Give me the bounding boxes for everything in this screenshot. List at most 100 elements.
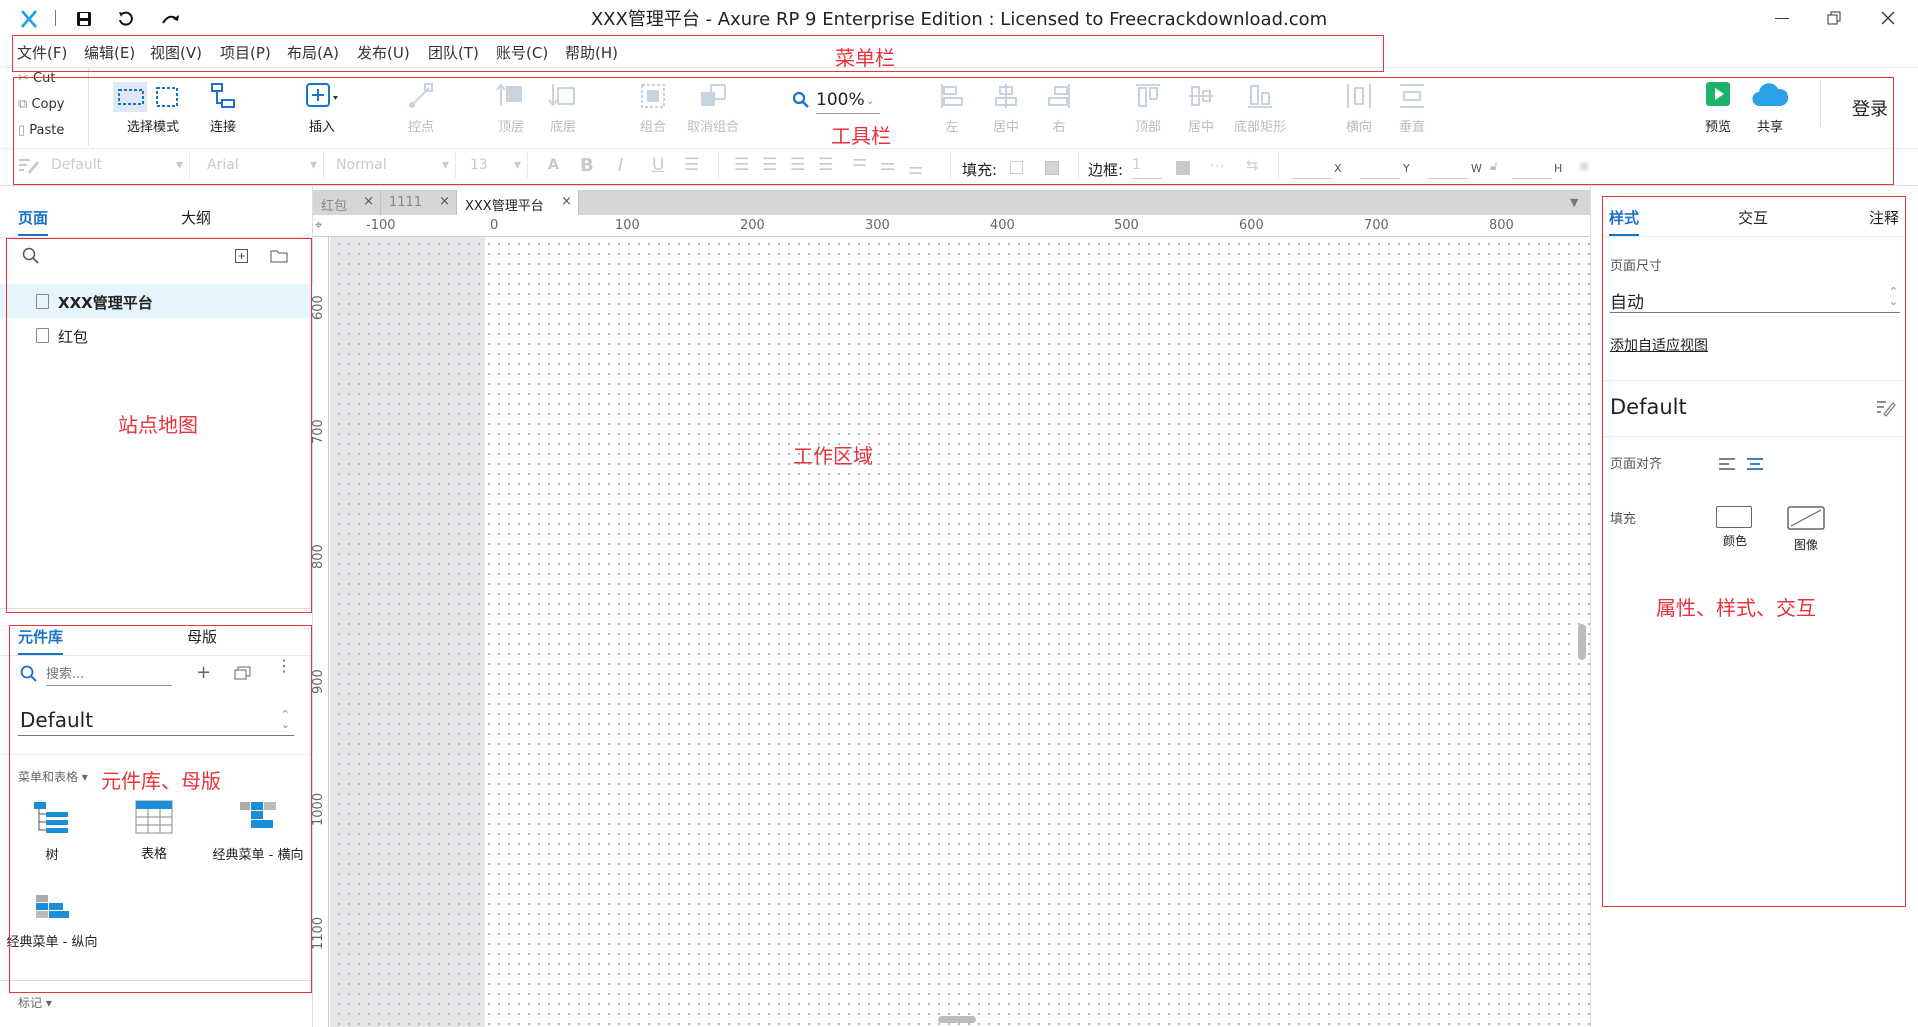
- library-select[interactable]: Default ⌃ ⌄: [18, 706, 294, 736]
- doc-tab-hongbao[interactable]: 红包 ×: [313, 190, 381, 215]
- minimize-icon[interactable]: [1770, 6, 1794, 30]
- paste-button[interactable]: ▯ Paste: [18, 123, 64, 138]
- text-align-right-icon[interactable]: ☰: [790, 155, 805, 175]
- y-input[interactable]: [1360, 178, 1400, 179]
- cut-button[interactable]: ✂ Cut: [18, 71, 55, 86]
- close-tab-icon[interactable]: ×: [363, 194, 374, 209]
- preview-button[interactable]: 预览: [1688, 80, 1748, 136]
- tab-notes[interactable]: 注释: [1869, 207, 1899, 228]
- text-align-left-icon[interactable]: ☰: [734, 155, 749, 175]
- distribute-vertical-button[interactable]: 垂直: [1382, 80, 1442, 136]
- bottom-layer-button[interactable]: 底层: [533, 80, 593, 136]
- visibility-eye-icon[interactable]: ◉: [1578, 158, 1590, 174]
- tab-libraries[interactable]: 元件库: [18, 626, 64, 655]
- add-adaptive-view-link[interactable]: 添加自适应视图: [1610, 335, 1708, 355]
- add-page-icon[interactable]: [234, 248, 250, 268]
- style-edit-icon[interactable]: [18, 157, 40, 179]
- restore-icon[interactable]: [1822, 6, 1846, 30]
- design-canvas[interactable]: [330, 237, 1590, 1027]
- valign-bottom-icon[interactable]: ⚌: [908, 159, 923, 179]
- library-search-input[interactable]: [46, 664, 172, 686]
- doc-tab-xxx[interactable]: XXX管理平台 ×: [457, 190, 579, 215]
- fill-color-option[interactable]: 颜色: [1716, 506, 1754, 548]
- horizontal-scrollbar[interactable]: [938, 1016, 976, 1023]
- height-input[interactable]: [1512, 178, 1552, 179]
- align-middle-button[interactable]: 居中: [1171, 80, 1231, 136]
- widget-tree[interactable]: 树: [2, 800, 102, 863]
- menu-help[interactable]: 帮助(H): [565, 42, 618, 63]
- add-library-icon[interactable]: +: [196, 662, 211, 683]
- connect-button[interactable]: 连接: [193, 80, 253, 136]
- library-options-icon[interactable]: [234, 665, 252, 685]
- border-color-swatch[interactable]: [1176, 161, 1190, 175]
- add-folder-icon[interactable]: [270, 248, 288, 268]
- tab-masters[interactable]: 母版: [187, 626, 217, 647]
- style-select[interactable]: Default ▾: [48, 152, 190, 178]
- menu-file[interactable]: 文件(F): [17, 42, 67, 63]
- arrow-style-icon[interactable]: ⇆: [1246, 156, 1259, 174]
- fill-color-swatch[interactable]: [1010, 161, 1023, 174]
- insert-button[interactable]: 插入: [292, 80, 352, 136]
- crosshair-icon[interactable]: ⌖: [315, 218, 322, 233]
- align-center-button[interactable]: 居中: [976, 80, 1036, 136]
- weight-select[interactable]: Normal ▾: [328, 152, 456, 178]
- menu-publish[interactable]: 发布(U): [357, 42, 410, 63]
- page-size-select[interactable]: 自动 ⌃ ⌄: [1610, 285, 1900, 313]
- tab-outline[interactable]: 大纲: [181, 207, 211, 228]
- menu-project[interactable]: 项目(P): [220, 42, 271, 63]
- widget-classic-menu-horizontal[interactable]: 经典菜单 - 横向: [206, 800, 310, 863]
- more-vertical-icon[interactable]: ⋮: [276, 658, 292, 674]
- widget-classic-menu-vertical[interactable]: 经典菜单 - 纵向: [2, 893, 102, 950]
- page-align-center-icon[interactable]: [1746, 456, 1764, 475]
- widget-table[interactable]: 表格: [104, 800, 204, 862]
- top-layer-button[interactable]: 顶层: [481, 80, 541, 136]
- page-align-left-icon[interactable]: [1718, 456, 1736, 475]
- distribute-horizontal-button[interactable]: 横向: [1329, 80, 1389, 136]
- border-style-icon[interactable]: ⋯: [1210, 156, 1225, 174]
- menu-account[interactable]: 账号(C): [496, 42, 548, 63]
- align-top-button[interactable]: 顶部: [1118, 80, 1178, 136]
- page-item-xxx[interactable]: XXX管理平台: [0, 284, 313, 318]
- tab-style[interactable]: 样式: [1609, 207, 1640, 236]
- tabs-menu-icon[interactable]: ▼: [1570, 196, 1578, 209]
- width-input[interactable]: [1428, 178, 1468, 179]
- border-width-input[interactable]: 1: [1132, 157, 1162, 179]
- menu-view[interactable]: 视图(V): [150, 42, 202, 63]
- group-button[interactable]: 组合: [623, 80, 683, 136]
- ungroup-button[interactable]: 取消组合: [683, 80, 743, 136]
- edit-style-icon[interactable]: [1876, 399, 1896, 421]
- notes-footer[interactable]: 标记 ▾: [18, 994, 52, 1011]
- close-tab-icon[interactable]: ×: [439, 194, 450, 209]
- tab-interactions[interactable]: 交互: [1738, 207, 1768, 228]
- share-button[interactable]: 共享: [1740, 80, 1800, 136]
- close-tab-icon[interactable]: ×: [561, 194, 572, 209]
- bold-icon[interactable]: B: [580, 155, 594, 176]
- page-item-hongbao[interactable]: 红包: [0, 318, 313, 352]
- underline-icon[interactable]: U: [652, 155, 664, 175]
- menu-team[interactable]: 团队(T): [428, 42, 479, 63]
- align-left-button[interactable]: 左: [922, 80, 982, 136]
- vertical-scrollbar[interactable]: [1578, 624, 1586, 660]
- close-icon[interactable]: [1876, 6, 1900, 30]
- search-icon[interactable]: [22, 247, 40, 269]
- bullet-list-icon[interactable]: ☰: [684, 155, 699, 175]
- lock-icon[interactable]: 🔓︎: [1490, 159, 1498, 174]
- italic-icon[interactable]: I: [618, 155, 623, 176]
- text-justify-icon[interactable]: ☰: [818, 155, 833, 175]
- align-bottom-button[interactable]: 底部矩形: [1230, 80, 1290, 136]
- text-align-center-icon[interactable]: ☰: [762, 155, 777, 175]
- font-select[interactable]: Arial ▾: [200, 152, 324, 178]
- menu-edit[interactable]: 编辑(E): [84, 42, 135, 63]
- doc-tab-1111[interactable]: 1111 ×: [381, 190, 457, 215]
- tab-pages[interactable]: 页面: [18, 207, 49, 236]
- align-right-button[interactable]: 右: [1029, 80, 1089, 136]
- font-size-select[interactable]: 13 ▾: [460, 152, 528, 178]
- valign-top-icon[interactable]: ⚌: [852, 151, 867, 171]
- valign-middle-icon[interactable]: ⚌: [880, 155, 895, 175]
- copy-button[interactable]: ⧉ Copy: [18, 97, 64, 112]
- library-category[interactable]: 菜单和表格 ▾: [18, 768, 88, 785]
- anchor-button[interactable]: 控点: [391, 80, 451, 136]
- font-color-icon[interactable]: A: [548, 157, 559, 173]
- menu-layout[interactable]: 布局(A): [287, 42, 339, 63]
- shadow-icon[interactable]: [1045, 161, 1059, 175]
